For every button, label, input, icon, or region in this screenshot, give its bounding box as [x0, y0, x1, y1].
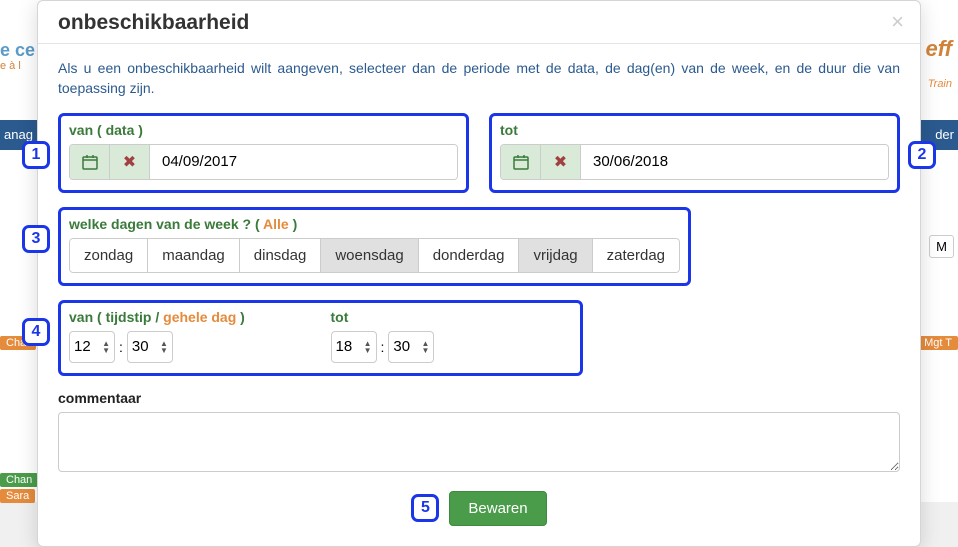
date-to-label: tot — [500, 122, 889, 138]
clear-date-from-button[interactable]: ✖ — [110, 145, 150, 179]
callout-1: 1 — [22, 141, 50, 169]
date-to-highlight: tot ✖ — [489, 113, 900, 193]
time-to-hour[interactable]: 18 ▲▼ — [331, 331, 377, 363]
date-from-input[interactable] — [150, 145, 457, 179]
time-to-col: tot 18 ▲▼ : 30 ▲▼ — [331, 309, 573, 363]
days-all-link[interactable]: Alle — [263, 216, 289, 232]
calendar-icon[interactable] — [501, 145, 541, 179]
modal-intro: Als u een onbeschikbaarheid wilt aangeve… — [58, 58, 900, 99]
date-from-label: van ( data ) — [69, 122, 458, 138]
calendar-icon[interactable] — [70, 145, 110, 179]
label-text: van ( — [69, 122, 106, 138]
spinner-value: 18 — [336, 338, 353, 355]
time-separator: : — [119, 339, 123, 355]
day-button-dinsdag[interactable]: dinsdag — [239, 238, 322, 273]
time-to-minute[interactable]: 30 ▲▼ — [388, 331, 434, 363]
modal-footer: 5 Bewaren — [58, 491, 900, 526]
callout-4: 4 — [22, 318, 50, 346]
label-text: / — [151, 309, 163, 325]
days-label: welke dagen van de week ? ( Alle ) — [69, 216, 680, 232]
time-from-hour[interactable]: 12 ▲▼ — [69, 331, 115, 363]
days-highlight: welke dagen van de week ? ( Alle ) zonda… — [58, 207, 691, 286]
save-button[interactable]: Bewaren — [449, 491, 546, 526]
time-from-minute[interactable]: 30 ▲▼ — [127, 331, 173, 363]
day-button-maandag[interactable]: maandag — [147, 238, 240, 273]
time-from-label: van ( tijdstip / gehele dag ) — [69, 309, 311, 325]
date-to-input[interactable] — [581, 145, 888, 179]
label-text: ) — [134, 122, 143, 138]
label-text: van ( — [69, 309, 106, 325]
time-row: 4 van ( tijdstip / gehele dag ) 12▲▼ : 3… — [58, 300, 900, 376]
label-text: ) — [289, 216, 298, 232]
spinner-arrows-icon[interactable]: ▲▼ — [102, 340, 110, 354]
spinner-arrows-icon[interactable]: ▲▼ — [364, 340, 372, 354]
label-text: tijdstip — [106, 309, 152, 325]
clear-date-to-button[interactable]: ✖ — [541, 145, 581, 179]
day-button-vrijdag[interactable]: vrijdag — [518, 238, 592, 273]
spinner-value: 12 — [74, 338, 91, 355]
spinner-value: 30 — [393, 338, 410, 355]
day-button-zaterdag[interactable]: zaterdag — [592, 238, 680, 273]
date-to-col: 2 tot ✖ — [489, 113, 900, 193]
divider — [38, 43, 920, 44]
date-from-highlight: van ( data ) ✖ — [58, 113, 469, 193]
day-button-woensdag[interactable]: woensdag — [320, 238, 418, 273]
date-to-input-group: ✖ — [500, 144, 889, 180]
whole-day-link[interactable]: gehele dag — [163, 309, 236, 325]
label-text: data — [106, 122, 135, 138]
callout-3: 3 — [22, 225, 50, 253]
day-button-zondag[interactable]: zondag — [69, 238, 148, 273]
time-from-spinners: 12 ▲▼ : 30 ▲▼ — [69, 331, 311, 363]
time-separator: : — [381, 339, 385, 355]
label-text: welke dagen van de week ? ( — [69, 216, 263, 232]
spinner-arrows-icon[interactable]: ▲▼ — [421, 340, 429, 354]
date-range-row: 1 van ( data ) ✖ 2 tot ✖ — [58, 113, 900, 193]
label-text: ) — [236, 309, 245, 325]
date-from-col: van ( data ) ✖ — [58, 113, 469, 193]
spinner-value: 30 — [132, 338, 149, 355]
time-to-spinners: 18 ▲▼ : 30 ▲▼ — [331, 331, 573, 363]
unavailability-modal: × onbeschikbaarheid Als u een onbeschikb… — [37, 0, 921, 547]
days-row: 3 welke dagen van de week ? ( Alle ) zon… — [58, 207, 900, 286]
comment-label: commentaar — [58, 390, 900, 406]
time-highlight: van ( tijdstip / gehele dag ) 12 ▲▼ : 30 ▲… — [58, 300, 583, 376]
time-from-col: van ( tijdstip / gehele dag ) 12 ▲▼ : 30 ▲… — [69, 309, 311, 363]
time-to-label: tot — [331, 309, 573, 325]
date-from-input-group: ✖ — [69, 144, 458, 180]
modal-title: onbeschikbaarheid — [58, 11, 900, 35]
day-button-donderdag[interactable]: donderdag — [418, 238, 520, 273]
close-button[interactable]: × — [891, 11, 904, 33]
spinner-arrows-icon[interactable]: ▲▼ — [160, 340, 168, 354]
callout-5: 5 — [411, 494, 439, 522]
comment-textarea[interactable] — [58, 412, 900, 472]
callout-2: 2 — [908, 141, 936, 169]
day-button-group: zondagmaandagdinsdagwoensdagdonderdagvri… — [69, 238, 680, 273]
